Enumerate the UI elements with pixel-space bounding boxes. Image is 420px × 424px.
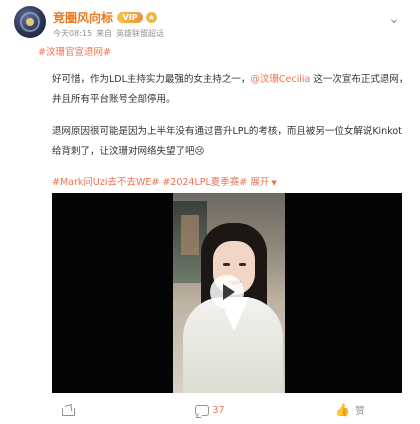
author-name[interactable]: 竞圈风向标: [53, 9, 113, 26]
thumbnail-eye-left: [223, 263, 230, 266]
like-button[interactable]: 👍 赞: [280, 398, 420, 422]
more-options-chevron-icon[interactable]: ⌄: [382, 12, 406, 28]
topic-tag[interactable]: #汶珊官宣退网#: [38, 44, 111, 58]
author-name-row: 竞圈风向标 VIP ★: [53, 9, 158, 26]
post-source[interactable]: 英雄联盟超话: [116, 28, 164, 39]
post-time[interactable]: 今天08:15: [53, 28, 92, 39]
comment-icon: [195, 404, 210, 416]
hashtag-links[interactable]: #Mark问Uzi去不去WE# #2024LPL夏季赛#: [52, 177, 247, 188]
like-label: 赞: [355, 406, 365, 417]
post-paragraph-2: 退网原因很可能是因为上半年没有通过晋升LPL的考核，而且被另一位女解说Kinko…: [52, 126, 402, 157]
paragraph-1-text-start: 好可惜，作为LDL主持实力最强的女主持之一，: [52, 74, 251, 85]
star-verified-icon: ★: [146, 11, 158, 23]
avatar-decoration-dot: [26, 18, 34, 26]
thumbnail-window: [181, 215, 199, 255]
post-paragraph-1: 好可惜，作为LDL主持实力最强的女主持之一，@汶珊Cecilia 这一次宣布正式…: [52, 70, 410, 110]
expand-label: 展开: [250, 177, 270, 188]
expand-link[interactable]: 展开 ▼: [250, 177, 276, 188]
expand-chevron-icon: ▼: [271, 179, 277, 187]
weibo-post: 竞圈风向标 VIP ★ 今天08:15 来自 英雄联盟超话 ⌄ #汶珊官宣退网#…: [0, 0, 420, 424]
avatar[interactable]: [14, 6, 46, 38]
share-icon: [61, 405, 75, 416]
post-meta: 今天08:15 来自 英雄联盟超话: [53, 27, 168, 39]
user-mention-link[interactable]: @汶珊Cecilia: [250, 74, 310, 85]
vip-badge: VIP: [117, 11, 144, 23]
hashtag-row: #Mark问Uzi去不去WE# #2024LPL夏季赛# 展开 ▼: [52, 174, 277, 188]
comment-count: 37: [212, 404, 225, 416]
thumbs-up-icon: 👍: [335, 403, 351, 417]
video-player[interactable]: [52, 193, 402, 393]
action-bar: 37 👍 赞: [0, 398, 420, 422]
play-icon[interactable]: [210, 275, 244, 309]
share-button[interactable]: [0, 398, 140, 422]
source-prefix: 来自: [96, 28, 113, 38]
thumbnail-eye-right: [239, 263, 246, 266]
comment-button[interactable]: 37: [140, 398, 280, 422]
